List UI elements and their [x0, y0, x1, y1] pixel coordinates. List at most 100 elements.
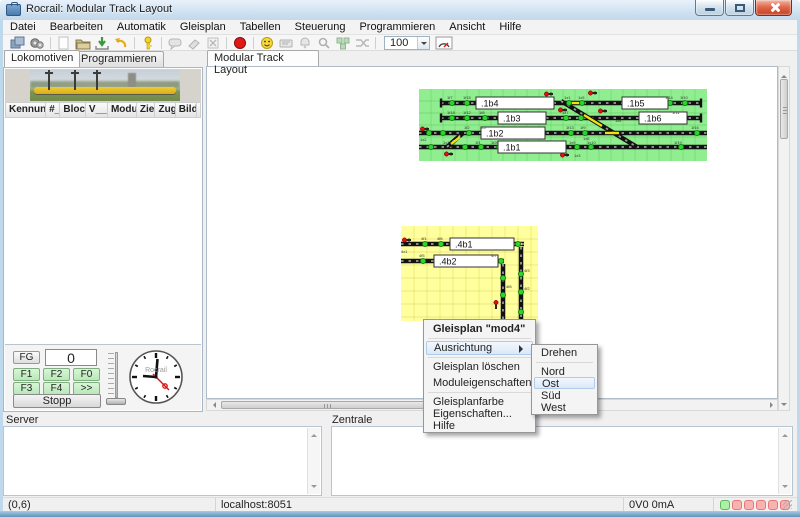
resume-locos-icon[interactable] — [277, 35, 295, 50]
stopp-button[interactable]: Stopp — [13, 394, 101, 408]
submenu-item-ost[interactable]: Ost — [534, 377, 595, 389]
throttle-panel: FG 0 F1 F2 F0 F3 F4 >> Stopp Rocrail — [5, 344, 201, 410]
svg-text:1x11: 1x11 — [443, 140, 452, 145]
submenu-item-nord[interactable]: Nord — [533, 365, 596, 377]
locomotive-list[interactable] — [5, 118, 201, 344]
title-bar[interactable]: Rocrail: Modular Track Layout — [0, 0, 800, 20]
menu-datei[interactable]: Datei — [3, 20, 43, 34]
menu-hilfe[interactable]: Hilfe — [492, 20, 528, 34]
svg-text:1x6: 1x6 — [583, 136, 590, 141]
resize-grip-icon[interactable] — [783, 500, 792, 509]
menu-ansicht[interactable]: Ansicht — [442, 20, 492, 34]
column-v[interactable]: V__ — [86, 102, 108, 118]
menu-tabellen[interactable]: Tabellen — [233, 20, 288, 34]
module-mod1-svg[interactable]: .1b4.1b5.1b3.1b6.1b2.1b11f71f151x11x51f1… — [419, 89, 707, 161]
zoom-combobox[interactable]: 100 — [384, 36, 430, 50]
svg-text:1f14: 1f14 — [665, 95, 674, 100]
svg-text:1f12: 1f12 — [463, 110, 472, 115]
menu-separator — [536, 362, 593, 363]
f1-button[interactable]: F1 — [13, 368, 40, 381]
scroll-left-icon[interactable] — [208, 400, 218, 410]
column-bild[interactable]: Bild — [176, 102, 197, 118]
zentrale-log-scrollbar[interactable] — [778, 428, 791, 494]
svg-text:4f5: 4f5 — [419, 253, 425, 258]
svg-text:1f19: 1f19 — [674, 140, 683, 145]
column-ziel[interactable]: Ziel — [137, 102, 156, 118]
slider-handle[interactable] — [106, 398, 126, 405]
menu-bearbeiten[interactable]: Bearbeiten — [43, 20, 110, 34]
menu-item-gleisplan-loeschen[interactable]: Gleisplan löschen — [425, 360, 534, 374]
menu-gleisplan[interactable]: Gleisplan — [173, 20, 233, 34]
f2-button[interactable]: F2 — [43, 368, 70, 381]
delete-icon[interactable] — [204, 35, 222, 50]
server-log[interactable] — [3, 426, 322, 496]
horizontal-scroll-thumb[interactable] — [221, 401, 441, 409]
menu-item-hilfe[interactable]: Hilfe — [425, 419, 534, 431]
f0-button[interactable]: F0 — [73, 368, 100, 381]
tab-modular-track-layout[interactable]: Modular Track Layout — [207, 50, 319, 66]
column-modus[interactable]: Modus — [108, 102, 137, 118]
menu-automatik[interactable]: Automatik — [110, 20, 173, 34]
group-icon[interactable] — [334, 35, 352, 50]
menu-item-moduleigenschaften[interactable]: Moduleigenschaften... — [425, 376, 534, 390]
menu-item-ausrichtung[interactable]: Ausrichtung — [426, 341, 533, 355]
menu-item-eigenschaften[interactable]: Eigenschaften... — [425, 407, 534, 419]
vertical-scroll-thumb[interactable] — [780, 79, 788, 139]
open-folder-icon[interactable] — [74, 35, 92, 50]
emergency-stop-icon[interactable] — [231, 35, 249, 50]
scroll-up-icon[interactable] — [779, 68, 789, 78]
zentrale-log[interactable] — [331, 426, 793, 496]
search-icon[interactable] — [315, 35, 333, 50]
status-bar: (0,6) localhost:8051 0V0 0mA — [3, 497, 797, 511]
toolbar-separator — [161, 37, 162, 49]
chevron-down-icon[interactable] — [417, 37, 429, 49]
new-plan-icon[interactable] — [55, 35, 73, 50]
speed-slider[interactable] — [106, 350, 122, 405]
workspace-properties-icon[interactable] — [28, 35, 46, 50]
photo-train — [34, 87, 176, 94]
scroll-down-icon[interactable] — [779, 399, 789, 409]
undo-icon[interactable] — [112, 35, 130, 50]
fg-button[interactable]: FG — [13, 351, 40, 364]
column-block[interactable]: Block — [60, 102, 85, 118]
rocrail-window: Rocrail: Modular Track Layout Datei Bear… — [0, 0, 800, 517]
photo-church-tower — [128, 73, 136, 87]
svg-text:1f2: 1f2 — [464, 125, 470, 130]
power-key-icon[interactable] — [139, 35, 157, 50]
bell-icon[interactable] — [296, 35, 314, 50]
status-power: 0V0 0mA — [624, 498, 714, 512]
submenu-item-west[interactable]: West — [533, 401, 596, 413]
shuffle-icon[interactable] — [353, 35, 371, 50]
maximize-button[interactable] — [725, 0, 754, 16]
svg-text:1f15: 1f15 — [463, 95, 472, 100]
vertical-scrollbar[interactable] — [778, 66, 790, 411]
status-indicator — [756, 500, 766, 510]
svg-text:1x3: 1x3 — [574, 153, 581, 158]
menu-steuerung[interactable]: Steuerung — [288, 20, 353, 34]
submenu-item-drehen[interactable]: Drehen — [533, 346, 596, 360]
minimize-button[interactable] — [695, 0, 724, 16]
save-icon[interactable] — [93, 35, 111, 50]
module-mod4-svg[interactable]: .4b1.4b24f14f64x14f54f74f34f84f2 — [401, 226, 538, 321]
svg-text:1f13: 1f13 — [566, 125, 575, 130]
tab-lokomotiven-label: Lokomotiven — [11, 52, 73, 64]
tab-programmieren[interactable]: Programmieren — [74, 51, 164, 67]
eraser-icon[interactable] — [185, 35, 203, 50]
toolbar-separator — [375, 37, 376, 49]
query-icon[interactable] — [166, 35, 184, 50]
close-button[interactable] — [755, 0, 792, 16]
auto-mode-icon[interactable] — [258, 35, 276, 50]
svg-text:1x4: 1x4 — [615, 118, 622, 123]
column-number[interactable]: #_ — [46, 102, 60, 118]
column-kennung[interactable]: Kennung — [5, 102, 46, 118]
workspace-icon[interactable] — [9, 35, 27, 50]
submenu-item-sued[interactable]: Süd — [533, 389, 596, 401]
column-zug[interactable]: Zug — [155, 102, 175, 118]
menu-item-gleisplanfarbe[interactable]: Gleisplanfarbe — [425, 395, 534, 407]
gauge-icon[interactable] — [435, 35, 453, 50]
server-log-scrollbar[interactable] — [307, 428, 320, 494]
menu-programmieren[interactable]: Programmieren — [352, 20, 442, 34]
svg-text:.1b4: .1b4 — [481, 99, 499, 109]
tab-lokomotiven[interactable]: Lokomotiven — [4, 50, 80, 67]
scroll-right-icon[interactable] — [766, 400, 776, 410]
